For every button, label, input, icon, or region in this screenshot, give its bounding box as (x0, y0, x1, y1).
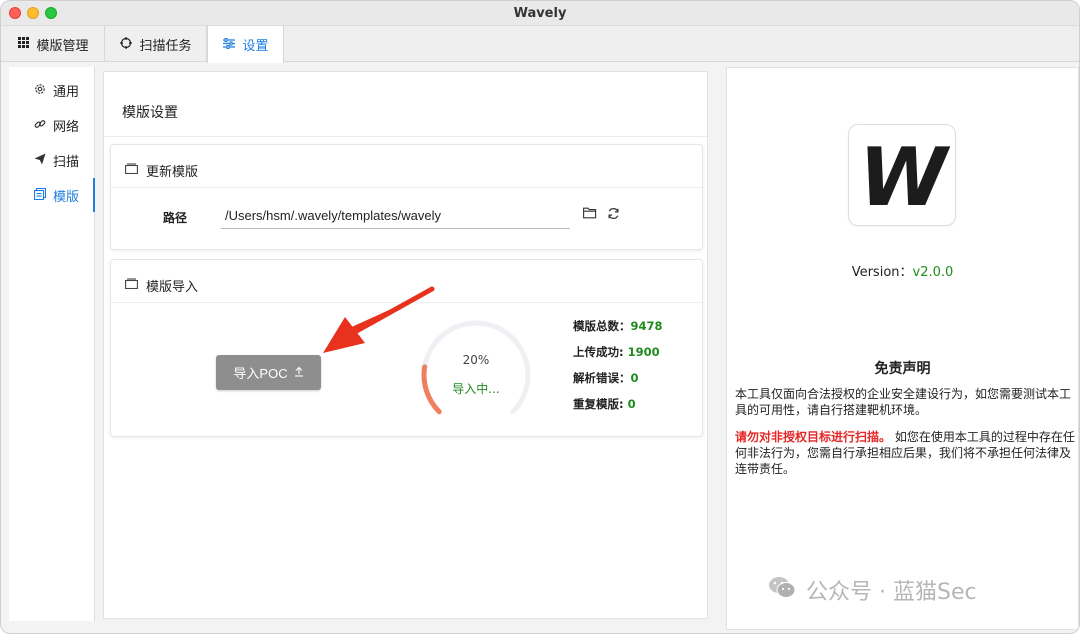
folder-open-icon[interactable] (582, 207, 598, 223)
tab-label: 设置 (242, 39, 269, 54)
path-label: 路径 (163, 211, 188, 225)
template-settings-panel: 模版设置 更新模版 路径 模版导入 (103, 71, 708, 619)
refresh-icon[interactable] (605, 207, 621, 223)
tab-settings[interactable]: 设置 (207, 26, 284, 63)
grid-icon (16, 37, 30, 51)
watermark: 公众号 · 蓝猫Sec (768, 574, 977, 606)
divider (104, 136, 707, 137)
link-icon (33, 118, 47, 133)
app-window: Wavely 模版管理 扫描任务 设置 通用 网络 扫描 模版 模版设置 更新模… (0, 0, 1080, 634)
watermark-text: 公众号 · 蓝猫Sec (806, 580, 977, 605)
wavely-logo: W (848, 124, 956, 226)
path-input[interactable] (221, 203, 570, 229)
tab-scan-tasks[interactable]: 扫描任务 (105, 26, 207, 62)
version-text: Version：v2.0.0 (851, 265, 954, 280)
divider (111, 187, 702, 188)
progress-percent: 20% (462, 353, 490, 367)
stat-parse-errors: 解析错误：0 (573, 371, 639, 385)
warning-text: 请勿对非授权目标进行扫描。 (735, 430, 892, 444)
sidebar-item-label: 扫描 (53, 154, 80, 170)
sidebar-item-label: 网络 (53, 119, 80, 135)
button-label: 导入POC (233, 366, 288, 381)
crosshair-icon (119, 36, 133, 52)
stat-duplicate-templates: 重复模版: 0 (573, 397, 636, 411)
folder-card-icon (125, 163, 138, 178)
wechat-icon (768, 575, 796, 605)
template-icon (33, 187, 47, 203)
sidebar-item-scan[interactable]: 扫描 (9, 143, 95, 177)
card-title: 模版导入 (146, 280, 199, 295)
import-progress-ring (421, 320, 531, 415)
sliders-icon (222, 37, 236, 52)
folder-card-icon (125, 278, 138, 293)
template-import-card: 模版导入 导入POC 20% 导入中... 模版总数：9478 上传成功: 19… (110, 259, 703, 437)
upload-icon (294, 365, 304, 380)
import-status: 导入中... (452, 382, 500, 396)
stat-upload-success: 上传成功: 1900 (573, 345, 660, 359)
tab-template-management[interactable]: 模版管理 (1, 26, 105, 62)
card-header: 更新模版 (125, 161, 198, 180)
top-tab-bar: 模版管理 扫描任务 设置 (1, 26, 1079, 63)
import-poc-button[interactable]: 导入POC (216, 355, 321, 390)
about-panel: W Version：v2.0.0 免责声明 本工具仅面向合法授权的企业安全建设行… (726, 67, 1079, 630)
disclaimer-title: 免责声明 (874, 361, 931, 377)
card-header: 模版导入 (125, 276, 198, 295)
titlebar: Wavely (1, 1, 1079, 26)
stat-total-templates: 模版总数：9478 (573, 319, 663, 333)
update-template-card: 更新模版 路径 (110, 144, 703, 250)
svg-text:W: W (859, 131, 951, 224)
card-title: 更新模版 (146, 165, 199, 180)
page-title: 模版设置 (122, 105, 178, 121)
disclaimer-paragraph-2: 请勿对非授权目标进行扫描。 如您在使用本工具的过程中存在任何非法行为，您需自行承… (735, 430, 1075, 476)
tab-label: 模版管理 (36, 38, 89, 54)
divider (111, 302, 702, 303)
sidebar-item-label: 通用 (53, 84, 80, 100)
gear-icon (33, 83, 47, 98)
sidebar-item-general[interactable]: 通用 (9, 73, 95, 107)
window-title: Wavely (513, 6, 567, 21)
settings-sidebar: 通用 网络 扫描 模版 (9, 67, 95, 621)
tab-label: 扫描任务 (139, 38, 192, 54)
sidebar-item-label: 模版 (53, 189, 80, 205)
sidebar-item-templates[interactable]: 模版 (9, 178, 95, 212)
sidebar-item-network[interactable]: 网络 (9, 108, 95, 142)
send-icon (33, 153, 47, 168)
disclaimer-paragraph-1: 本工具仅面向合法授权的企业安全建设行为，如您需要测试本工具的可用性，请自行搭建靶… (735, 387, 1072, 417)
